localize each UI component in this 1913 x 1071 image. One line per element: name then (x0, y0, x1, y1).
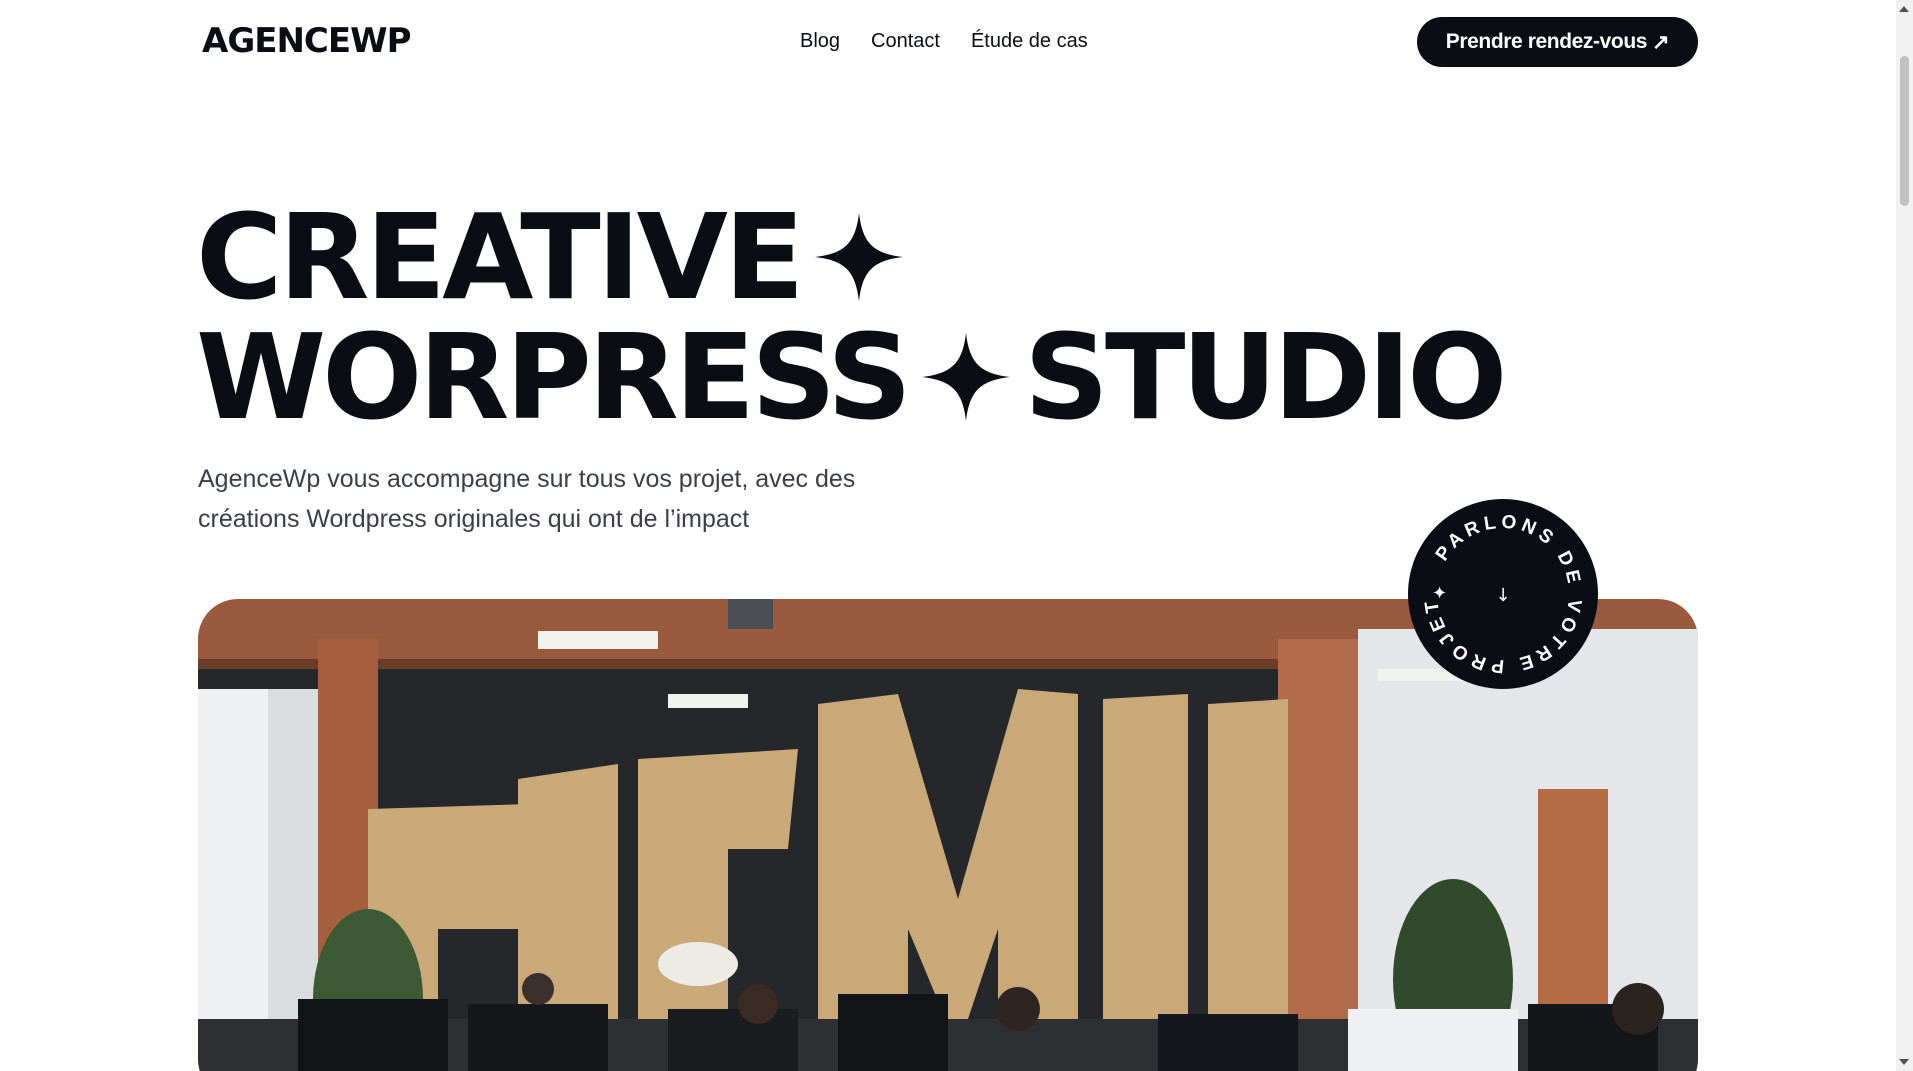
nav-link-contact[interactable]: Contact (871, 30, 940, 53)
arrow-up-right-icon: ↗ (1652, 30, 1670, 54)
scrollbar[interactable] (1896, 0, 1913, 1071)
sparkle-icon (814, 213, 903, 301)
book-appointment-button[interactable]: Prendre rendez-vous ↗ (1417, 17, 1698, 67)
hero-title-line-1: CREATIVE (196, 198, 917, 316)
nav-link-blog[interactable]: Blog (800, 30, 840, 53)
page: AGENCEWP Blog Contact Étude de cas Prend… (0, 0, 1913, 1071)
main-nav: Blog Contact Étude de cas (800, 30, 1088, 53)
arrow-down-icon: ↓ (1495, 585, 1510, 606)
scroll-up-icon[interactable] (1899, 6, 1909, 12)
hero-word-studio: STUDIO (1023, 308, 1507, 446)
hero-word-creative: CREATIVE (196, 188, 805, 326)
scrollbar-thumb[interactable] (1900, 56, 1909, 206)
hero-title-line-2: WORPRESS STUDIO (196, 308, 1507, 446)
badge-star-icon: ✦ (1432, 583, 1447, 604)
nav-link-case-studies[interactable]: Étude de cas (971, 30, 1088, 53)
hero-subtitle: AgenceWp vous accompagne sur tous vos pr… (198, 465, 856, 533)
logo[interactable]: AGENCEWP (202, 21, 412, 61)
scroll-down-icon[interactable] (1899, 1059, 1909, 1065)
hero-word-worpress: WORPRESS (196, 308, 912, 446)
book-appointment-label: Prendre rendez-vous (1445, 30, 1648, 53)
talk-about-project-badge[interactable]: PARLONS DE VOTRE PROJET ✦ ↓ (1408, 499, 1598, 689)
sparkle-icon (921, 333, 1010, 421)
